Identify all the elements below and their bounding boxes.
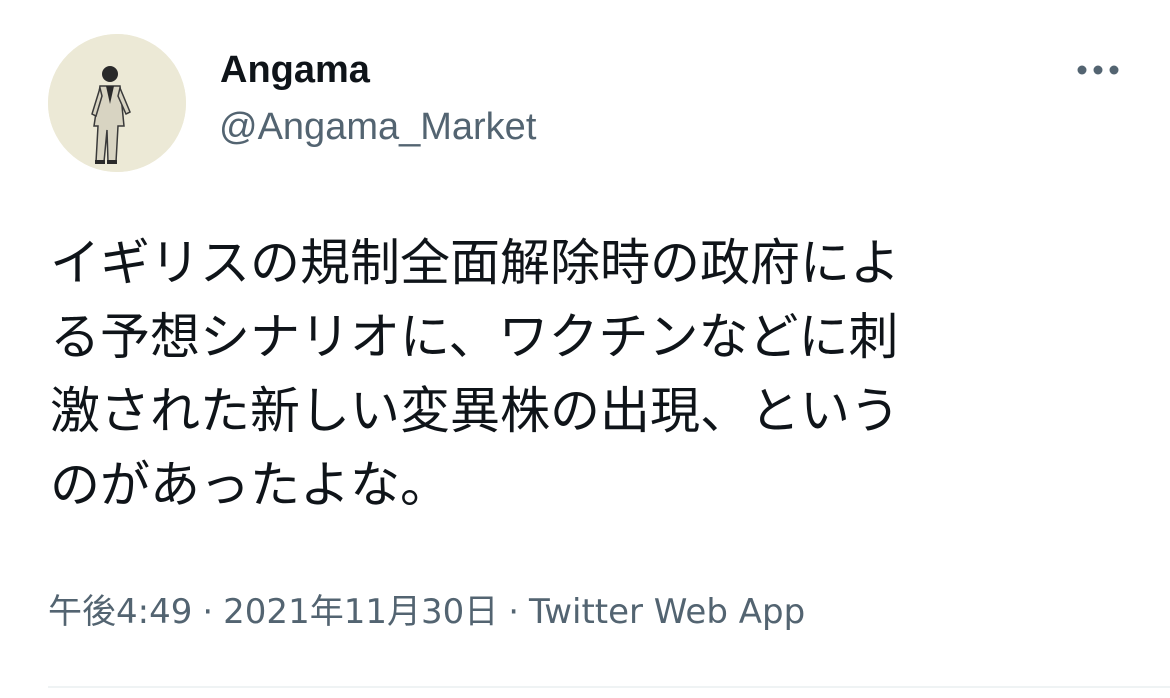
more-horizontal-icon (1077, 65, 1119, 75)
tweet-text-line: のがあったよな。 (50, 456, 450, 514)
tweet-text-line: る予想シナリオに、ワクチンなどに刺 (50, 308, 899, 366)
tweet: Angama @Angama_Market イギリスの規制全面解除時の政府によ … (0, 0, 1170, 698)
avatar[interactable] (48, 34, 186, 172)
separator: · (508, 592, 520, 632)
tweet-time[interactable]: 午後4:49 (48, 592, 192, 632)
divider (48, 686, 1170, 688)
tweet-source[interactable]: Twitter Web App (529, 592, 805, 632)
user-handle[interactable]: @Angama_Market (219, 104, 536, 150)
more-options-button[interactable] (1068, 50, 1128, 90)
tweet-text-line: イギリスの規制全面解除時の政府によ (50, 234, 900, 292)
display-name[interactable]: Angama (220, 48, 370, 92)
profile-photo-icon (48, 34, 186, 172)
tweet-date[interactable]: 2021年11月30日 (223, 592, 498, 632)
tweet-text-line: 激された新しい変異株の出現、という (50, 382, 900, 440)
tweet-text: イギリスの規制全面解除時の政府によ る予想シナリオに、ワクチンなどに刺 激された… (50, 226, 1110, 522)
separator: · (202, 592, 214, 632)
tweet-metadata: 午後4:49 · 2021年11月30日 · Twitter Web App (48, 590, 805, 634)
